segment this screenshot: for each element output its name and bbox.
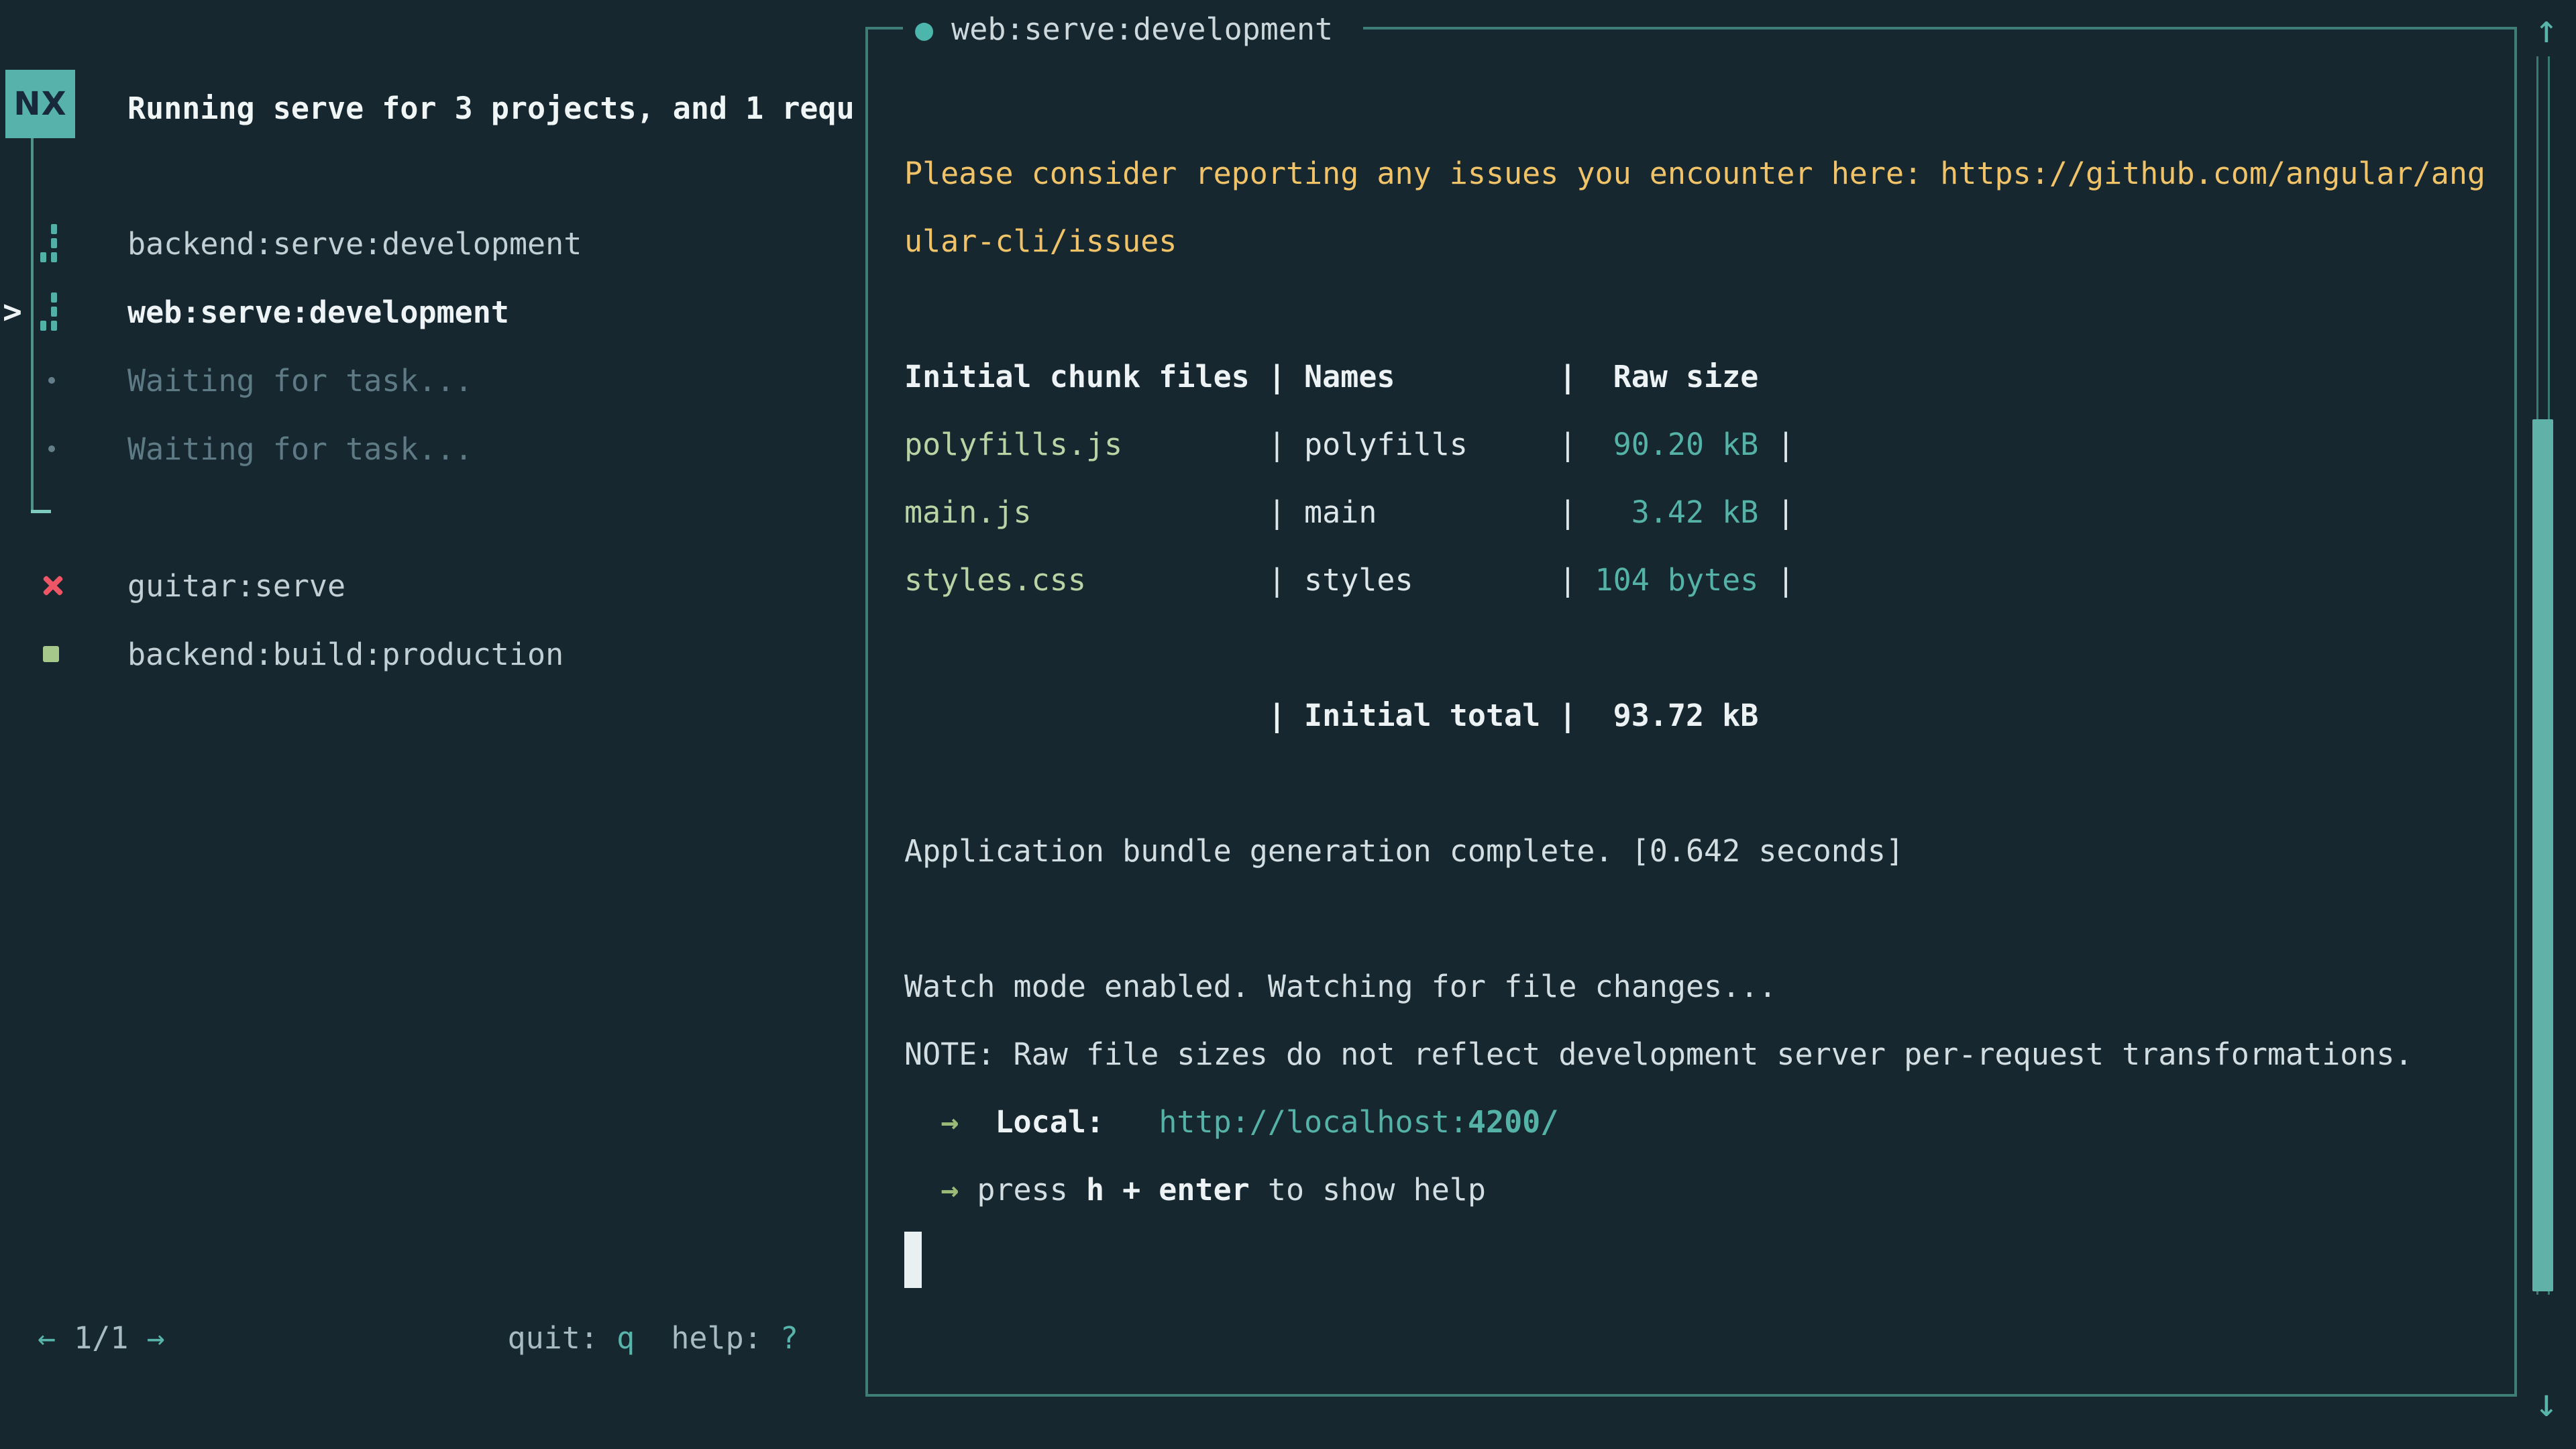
key-combo: h + enter [1086, 1172, 1250, 1208]
quit-hint-label: quit: [508, 1320, 617, 1356]
scroll-down-arrow-icon[interactable]: ↓ [2521, 1379, 2572, 1426]
failed-x-icon [40, 573, 66, 598]
success-square-icon [43, 646, 59, 662]
scrollbar-thumb[interactable] [2532, 419, 2553, 1291]
task-row-backend-build[interactable]: backend:build:production [0, 626, 865, 682]
task-output-panel: ● web:serve:development Please consider … [865, 27, 2517, 1397]
keyboard-hints: quit: q help: ? [508, 1310, 799, 1366]
cursor-line [904, 1224, 2501, 1291]
scroll-up-arrow-icon[interactable]: ↑ [2521, 5, 2572, 52]
blank-line [904, 614, 2501, 682]
note-line: NOTE: Raw file sizes do not reflect deve… [904, 1020, 2501, 1088]
task-row-backend-serve[interactable]: backend:serve:development [0, 215, 865, 272]
table-header: Initial chunk files | Names | Raw size [904, 343, 2501, 411]
panel-title: ● web:serve:development [903, 5, 1363, 54]
help-hint-label: help: [671, 1320, 780, 1356]
table-row: main.js | main | 3.42 kB | [904, 478, 2501, 546]
task-label: backend:serve:development [127, 226, 582, 262]
table-row: styles.css | styles | 104 bytes | [904, 546, 2501, 614]
task-label: guitar:serve [127, 568, 345, 604]
nx-logo: NX [5, 70, 75, 138]
local-url-line: → Local: http://localhost:4200/ [904, 1088, 2501, 1156]
sidebar-bottom-bar: ← 1/1 → quit: q help: ? [0, 1310, 865, 1366]
table-row: polyfills.js | polyfills | 90.20 kB | [904, 411, 2501, 478]
arrow-icon: → [941, 1172, 959, 1208]
terminal-output: Please consider reporting any issues you… [904, 140, 2501, 1291]
task-row-waiting-1[interactable]: Waiting for task... [0, 352, 865, 409]
help-hint-line: → press h + enter to show help [904, 1156, 2501, 1224]
terminal-cursor [904, 1232, 922, 1288]
table-total-row: | Initial total | 93.72 kB [904, 682, 2501, 749]
blank-line [904, 275, 2501, 343]
page-indicator: 1/1 [56, 1320, 146, 1356]
task-row-waiting-2[interactable]: Waiting for task... [0, 421, 865, 477]
spinner-icon [39, 224, 60, 263]
arrow-icon: → [941, 1104, 959, 1140]
quit-key: q [616, 1320, 635, 1356]
warning-line: Please consider reporting any issues you… [904, 140, 2501, 207]
blank-line [904, 749, 2501, 817]
help-key: ? [780, 1320, 798, 1356]
task-label: Waiting for task... [127, 363, 473, 398]
blank-line [904, 885, 2501, 953]
page-prev-arrow-icon[interactable]: ← [38, 1320, 56, 1356]
pagination: ← 1/1 → [38, 1310, 165, 1366]
running-dot-icon: ● [915, 11, 933, 47]
spinner-icon [39, 292, 60, 331]
task-label: Waiting for task... [127, 431, 473, 467]
warning-line: ular-cli/issues [904, 207, 2501, 275]
waiting-dot-icon [48, 445, 55, 452]
task-label: backend:build:production [127, 637, 564, 672]
task-list-sidebar: NX Running serve for 3 projects, and 1 r… [0, 0, 865, 1449]
local-label: Local: [995, 1104, 1104, 1140]
sidebar-title: Running serve for 3 projects, and 1 requ [127, 82, 865, 136]
waiting-dot-icon [48, 377, 55, 384]
panel-title-text: web:serve:development [933, 11, 1351, 47]
bundle-complete-line: Application bundle generation complete. … [904, 817, 2501, 885]
task-row-web-serve[interactable]: > web:serve:development [0, 284, 865, 340]
task-row-guitar-serve[interactable]: guitar:serve [0, 557, 865, 614]
localhost-url[interactable]: http://localhost:4200/ [1159, 1104, 1558, 1140]
task-label: web:serve:development [127, 294, 509, 330]
watch-mode-line: Watch mode enabled. Watching for file ch… [904, 953, 2501, 1020]
tree-line-corner [31, 510, 51, 513]
selected-caret-icon: > [3, 293, 22, 331]
page-next-arrow-icon[interactable]: → [147, 1320, 165, 1356]
